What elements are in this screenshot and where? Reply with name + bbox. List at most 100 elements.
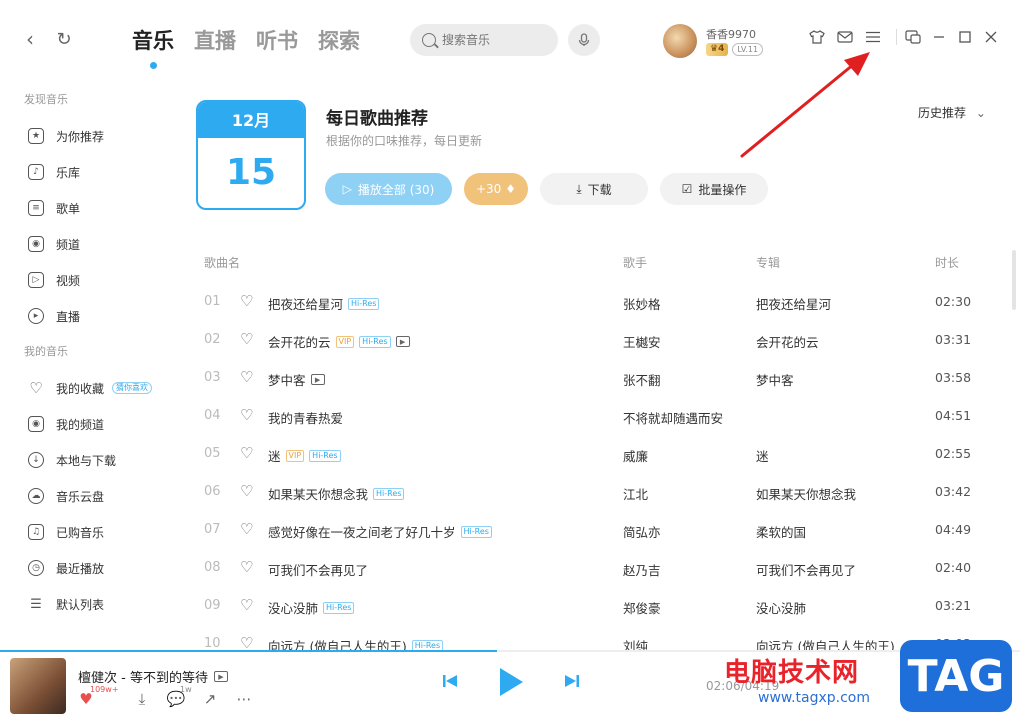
singer-name[interactable]: 张不翻 [623, 370, 661, 389]
singer-name[interactable]: 威廉 [623, 446, 648, 465]
album-name[interactable]: 向远方 (做自己人生的王) [756, 636, 895, 650]
table-row[interactable]: 06 ♡ 如果某天你想念我 Hi-Res 江北 如果某天你想念我 03:42 [204, 473, 974, 511]
mv-icon[interactable]: ▶ [395, 336, 410, 347]
heart-icon[interactable]: ♡ [240, 444, 253, 462]
album-name[interactable]: 会开花的云 [756, 332, 819, 351]
like-icon[interactable]: ♥ 109w+ [76, 685, 118, 709]
scrollbar[interactable] [1012, 250, 1016, 310]
song-title-cell[interactable]: 迷 VIP Hi-Res [268, 446, 341, 465]
tab-explore[interactable]: 探索 [318, 26, 360, 56]
sidebar-item-playlists[interactable]: ≡ 歌单 [0, 190, 185, 226]
song-title-cell[interactable]: 如果某天你想念我 Hi-Res [268, 484, 405, 503]
play-icon[interactable] [496, 665, 526, 699]
comment-icon[interactable]: 💬 1w [166, 685, 192, 709]
column-song-name[interactable]: 歌曲名 [204, 254, 240, 271]
sidebar-item-cloud[interactable]: ☁ 音乐云盘 [0, 478, 185, 514]
table-row[interactable]: 01 ♡ 把夜还给星河 Hi-Res 张妙格 把夜还给星河 02:30 [204, 283, 974, 321]
album-name[interactable]: 梦中客 [756, 370, 794, 389]
heart-icon[interactable]: ♡ [240, 406, 253, 424]
more-icon[interactable]: ⋯ [234, 689, 254, 709]
singer-name[interactable]: 张妙格 [623, 294, 661, 313]
table-row[interactable]: 07 ♡ 感觉好像在一夜之间老了好几十岁 Hi-Res 简弘亦 柔软的国 04:49 [204, 511, 974, 549]
voice-search-icon[interactable] [568, 24, 600, 56]
sidebar-item-default-list[interactable]: ☰ 默认列表 [0, 586, 185, 622]
album-name[interactable]: 可我们不会再见了 [756, 560, 856, 579]
next-track-icon[interactable] [562, 669, 582, 693]
vip-badge[interactable]: ♛4 [706, 43, 729, 56]
singer-name[interactable]: 不将就却随遇而安 [623, 408, 723, 427]
sidebar-item-local-download[interactable]: ↓ 本地与下载 [0, 442, 185, 478]
sidebar-item-recent[interactable]: ◷ 最近播放 [0, 550, 185, 586]
sidebar-item-channels[interactable]: ◉ 频道 [0, 226, 185, 262]
table-row[interactable]: 05 ♡ 迷 VIP Hi-Res 威廉 迷 02:55 [204, 435, 974, 473]
heart-icon[interactable]: ♡ [240, 292, 253, 310]
table-row[interactable]: 08 ♡ 可我们不会再见了 赵乃吉 可我们不会再见了 02:40 [204, 549, 974, 587]
sidebar-item-video[interactable]: ▷ 视频 [0, 262, 185, 298]
heart-icon[interactable]: ♡ [240, 330, 253, 348]
mv-icon[interactable]: ▶ [310, 374, 325, 385]
table-row[interactable]: 10♡向远方 (做自己人生的王)Hi-Res刘纯向远方 (做自己人生的王)03:… [204, 625, 974, 650]
playback-progress[interactable] [0, 650, 1020, 652]
singer-name[interactable]: 郑俊豪 [623, 598, 661, 617]
heart-icon[interactable]: ♡ [240, 634, 253, 650]
album-cover[interactable] [10, 658, 66, 714]
heart-icon[interactable]: ♡ [240, 482, 253, 500]
album-name[interactable]: 如果某天你想念我 [756, 484, 856, 503]
history-recommend-button[interactable]: 历史推荐 ⌄ [918, 104, 986, 121]
mv-icon[interactable]: ▶ [213, 671, 228, 682]
search-box[interactable] [410, 24, 558, 56]
download-icon[interactable]: ⤓ [132, 689, 152, 709]
menu-icon[interactable] [864, 28, 882, 46]
sidebar-item-my-channels[interactable]: ◉ 我的频道 [0, 406, 185, 442]
song-title-cell[interactable]: 可我们不会再见了 [268, 560, 368, 579]
song-title-cell[interactable]: 会开花的云 VIP Hi-Res ▶ [268, 332, 410, 351]
singer-name[interactable]: 简弘亦 [623, 522, 661, 541]
vip-plus-button[interactable]: +30 ♦ [464, 173, 528, 205]
singer-name[interactable]: 赵乃吉 [623, 560, 661, 579]
tab-music[interactable]: 音乐 [132, 26, 174, 69]
heart-icon[interactable]: ♡ [240, 596, 253, 614]
heart-icon[interactable]: ♡ [240, 368, 253, 386]
previous-track-icon[interactable] [440, 669, 460, 693]
search-input[interactable] [442, 33, 552, 47]
song-title-cell[interactable]: 我的青春热爱 [268, 408, 343, 427]
table-row[interactable]: 03 ♡ 梦中客 ▶ 张不翻 梦中客 03:58 [204, 359, 974, 397]
refresh-icon[interactable]: ↻ [54, 28, 74, 50]
column-album[interactable]: 专辑 [756, 254, 780, 271]
mini-mode-icon[interactable] [904, 28, 922, 46]
now-playing-title[interactable]: 檀健次 - 等不到的等待 [78, 667, 208, 686]
minimize-icon[interactable] [930, 28, 948, 46]
sidebar-item-purchased[interactable]: ♫ 已购音乐 [0, 514, 185, 550]
song-title-cell[interactable]: 把夜还给星河 Hi-Res [268, 294, 380, 313]
song-title-cell[interactable]: 感觉好像在一夜之间老了好几十岁 Hi-Res [268, 522, 492, 541]
column-duration[interactable]: 时长 [935, 254, 959, 271]
play-all-button[interactable]: ▷ 播放全部 (30) [325, 173, 452, 205]
guess-you-like-tag[interactable]: 猜你喜欢 [112, 382, 153, 394]
download-button[interactable]: ⤓ 下载 [540, 173, 648, 205]
avatar[interactable] [663, 24, 697, 58]
heart-icon[interactable]: ♡ [240, 520, 253, 538]
sidebar-item-live[interactable]: ▸ 直播 [0, 298, 185, 334]
heart-icon[interactable]: ♡ [240, 558, 253, 576]
table-row[interactable]: 09 ♡ 没心没肺 Hi-Res 郑俊豪 没心没肺 03:21 [204, 587, 974, 625]
song-title-cell[interactable]: 没心没肺 Hi-Res [268, 598, 355, 617]
album-name[interactable]: 把夜还给星河 [756, 294, 831, 313]
tab-live[interactable]: 直播 [194, 26, 236, 56]
song-title-cell[interactable]: 向远方 (做自己人生的王) Hi-Res [268, 636, 444, 650]
mail-icon[interactable] [836, 28, 854, 46]
back-icon[interactable]: ‹ [20, 27, 40, 51]
share-icon[interactable]: ↗ [200, 689, 220, 709]
batch-operation-button[interactable]: ☑ 批量操作 [660, 173, 768, 205]
album-name[interactable]: 没心没肺 [756, 598, 806, 617]
table-row[interactable]: 02 ♡ 会开花的云 VIP Hi-Res ▶ 王樾安 会开花的云 03:31 [204, 321, 974, 359]
table-row[interactable]: 04 ♡ 我的青春热爱 不将就却随遇而安 04:51 [204, 397, 974, 435]
tab-audiobook[interactable]: 听书 [256, 26, 298, 56]
sidebar-item-library[interactable]: ♪ 乐库 [0, 154, 185, 190]
song-title-cell[interactable]: 梦中客 ▶ [268, 370, 325, 389]
singer-name[interactable]: 王樾安 [623, 332, 661, 351]
sidebar-item-favorites[interactable]: ♡ 我的收藏 猜你喜欢 [0, 370, 185, 406]
close-icon[interactable] [982, 28, 1000, 46]
skin-icon[interactable] [808, 28, 826, 46]
singer-name[interactable]: 江北 [623, 484, 648, 503]
maximize-icon[interactable] [956, 28, 974, 46]
